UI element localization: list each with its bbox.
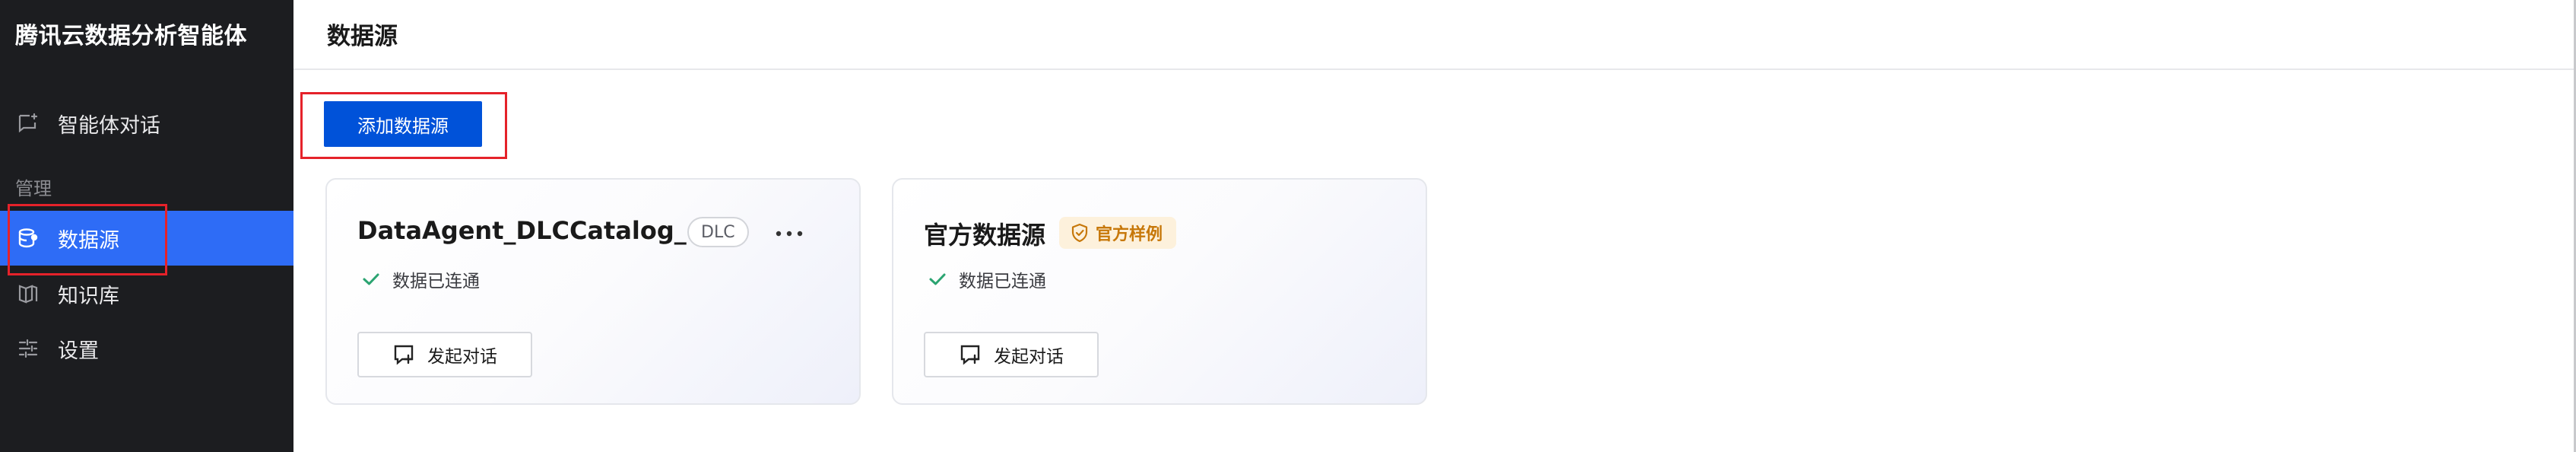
datasource-type-tag: DLC <box>687 217 749 247</box>
shield-check-icon <box>1070 223 1090 243</box>
sidebar-item-knowledge-base[interactable]: 知识库 <box>0 266 293 321</box>
sidebar-item-label: 智能体对话 <box>58 113 160 138</box>
datasource-card: 官方数据源 官方样例 数据已连通 发起对话 <box>892 178 1427 405</box>
database-icon <box>15 225 41 251</box>
official-sample-badge-label: 官方样例 <box>1096 225 1163 244</box>
sliders-icon <box>15 336 41 361</box>
page-title: 数据源 <box>327 23 398 50</box>
more-options-button[interactable] <box>768 218 811 248</box>
check-icon <box>927 269 948 290</box>
add-datasource-button[interactable]: 添加数据源 <box>324 101 482 147</box>
start-chat-button[interactable]: 发起对话 <box>924 332 1099 377</box>
connection-status: 数据已连通 <box>360 266 480 292</box>
start-chat-label: 发起对话 <box>427 347 497 367</box>
chat-add-icon <box>959 342 983 367</box>
chat-bubble-icon <box>15 110 41 136</box>
book-icon <box>15 281 41 307</box>
official-sample-badge: 官方样例 <box>1059 217 1177 249</box>
main-content: 数据源 添加数据源 DataAgent_DLCCatalog_... DLC 数… <box>293 0 2576 452</box>
sidebar: 腾讯云数据分析智能体 智能体对话 管理 数据源 知识库 设置 <box>0 0 293 452</box>
sidebar-item-label: 设置 <box>58 339 99 363</box>
sidebar-item-datasource[interactable]: 数据源 <box>0 211 293 266</box>
sidebar-item-agent-chat[interactable]: 智能体对话 <box>0 96 293 151</box>
app-title: 腾讯云数据分析智能体 <box>15 23 247 49</box>
more-horizontal-icon <box>774 226 804 240</box>
page-header: 数据源 <box>293 0 2574 70</box>
sidebar-item-label: 知识库 <box>58 284 119 308</box>
datasource-card-title: 官方数据源 <box>924 221 1046 250</box>
sidebar-section-label: 管理 <box>15 178 52 199</box>
connection-status: 数据已连通 <box>927 266 1046 292</box>
app-root: 腾讯云数据分析智能体 智能体对话 管理 数据源 知识库 设置 数据源 添加数据源… <box>0 0 2576 452</box>
chat-add-icon <box>392 342 417 367</box>
sidebar-item-settings[interactable]: 设置 <box>0 321 293 376</box>
start-chat-label: 发起对话 <box>994 347 1064 367</box>
connection-status-text: 数据已连通 <box>959 272 1046 291</box>
check-icon <box>360 269 382 290</box>
connection-status-text: 数据已连通 <box>392 272 480 291</box>
datasource-card: DataAgent_DLCCatalog_... DLC 数据已连通 发起对话 <box>325 178 861 405</box>
sidebar-item-label: 数据源 <box>58 228 119 253</box>
datasource-card-title: DataAgent_DLCCatalog_... <box>357 216 715 245</box>
start-chat-button[interactable]: 发起对话 <box>357 332 532 377</box>
